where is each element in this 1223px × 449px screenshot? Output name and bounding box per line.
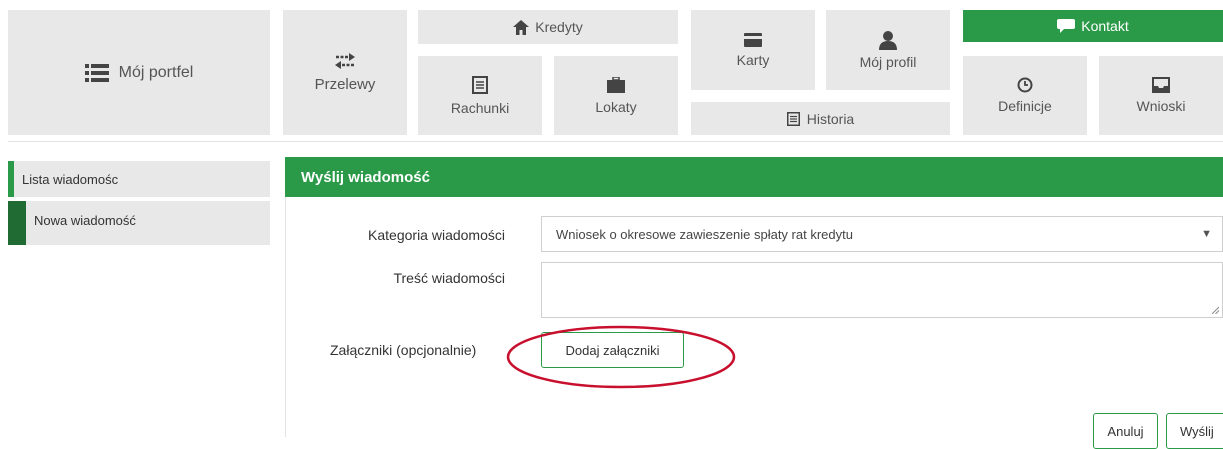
sidebar-item-label: Nowa wiadomość — [34, 213, 136, 228]
nav-rachunki-label: Rachunki — [450, 99, 510, 116]
panel-border — [285, 197, 286, 437]
panel-title: Wyślij wiadomość — [285, 157, 1223, 197]
inbox-icon — [1152, 77, 1170, 93]
nav-rachunki[interactable]: Rachunki — [418, 56, 542, 135]
tresc-textarea[interactable] — [541, 262, 1223, 318]
nav-karty-label: Karty — [736, 51, 770, 68]
list-icon — [84, 63, 109, 82]
add-attachment-button[interactable]: Dodaj załączniki — [541, 332, 684, 368]
nav-kontakt[interactable]: Kontakt — [963, 10, 1223, 42]
zalaczniki-label: Załączniki (opcjonalnie) — [330, 342, 477, 358]
nav-portfel[interactable]: Mój portfel — [8, 10, 270, 135]
nav-definicje-label: Definicje — [998, 98, 1052, 114]
sidebar-item-label: Lista wiadomośc — [22, 171, 119, 187]
ledger-icon — [472, 75, 488, 94]
chat-bubble-icon — [1057, 19, 1076, 33]
sidebar-item-nowa[interactable]: Nowa wiadomość — [8, 201, 270, 245]
send-button[interactable]: Wyślij — [1166, 413, 1223, 449]
dropdown-arrow-icon: ▼ — [1201, 228, 1212, 240]
nav-portfel-label: Mój portfel — [118, 63, 194, 81]
sidebar-item-indicator — [8, 201, 26, 245]
home-icon — [513, 19, 530, 35]
kategoria-select-value: Wniosek o okresowe zawieszenie spłaty ra… — [556, 226, 853, 242]
nav-przelewy[interactable]: Przelewy — [283, 10, 407, 135]
nav-lokaty[interactable]: Lokaty — [554, 56, 678, 135]
nav-karty[interactable]: Karty — [691, 10, 815, 90]
nav-wnioski-label: Wnioski — [1136, 98, 1186, 114]
nav-historia[interactable]: Historia — [691, 102, 950, 135]
resize-grip-icon[interactable] — [1211, 306, 1219, 314]
nav-kredyty-label: Kredyty — [535, 19, 583, 35]
user-icon — [879, 31, 897, 50]
nav-kontakt-label: Kontakt — [1081, 18, 1129, 34]
transfer-arrows-icon — [335, 53, 355, 69]
nav-definicje[interactable]: Definicje — [963, 56, 1087, 135]
nav-lokaty-label: Lokaty — [595, 98, 637, 115]
nav-wnioski[interactable]: Wnioski — [1099, 56, 1223, 135]
briefcase-icon — [607, 76, 625, 93]
nav-historia-label: Historia — [806, 110, 855, 127]
panel-title-text: Wyślij wiadomość — [301, 168, 430, 186]
document-icon — [786, 111, 800, 126]
nav-divider — [8, 141, 1223, 142]
sidebar-item-indicator — [8, 161, 14, 197]
clock-icon — [1017, 77, 1033, 93]
kategoria-label: Kategoria wiadomości — [368, 227, 505, 243]
cancel-button[interactable]: Anuluj — [1093, 413, 1158, 449]
nav-profil[interactable]: Mój profil — [826, 10, 950, 90]
sidebar-item-lista[interactable]: Lista wiadomośc — [8, 161, 270, 197]
nav-kredyty[interactable]: Kredyty — [418, 10, 678, 44]
card-icon — [744, 32, 762, 47]
kategoria-select[interactable]: Wniosek o okresowe zawieszenie spłaty ra… — [541, 216, 1223, 252]
nav-przelewy-label: Przelewy — [314, 76, 376, 93]
nav-profil-label: Mój profil — [859, 54, 917, 70]
tresc-label: Treść wiadomości — [393, 270, 505, 286]
